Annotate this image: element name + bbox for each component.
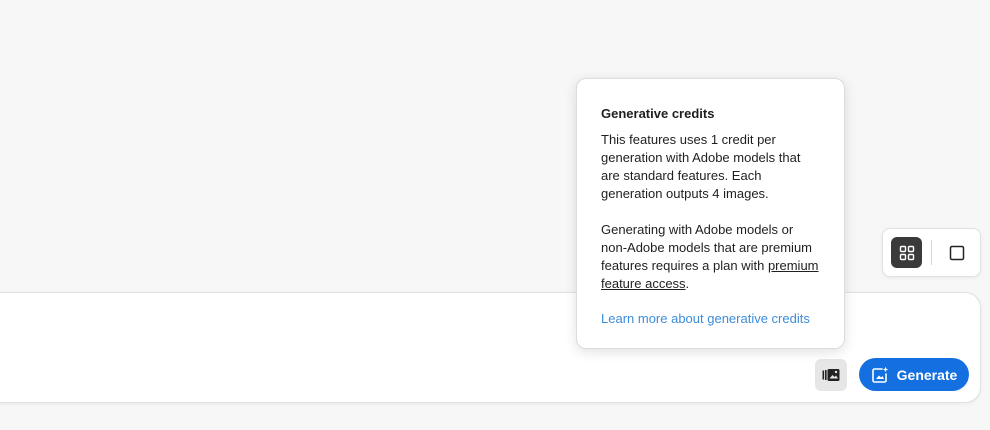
popover-paragraph-credits: This features uses 1 credit per generati…: [601, 132, 801, 201]
learn-more-link[interactable]: Learn more about generative credits: [601, 310, 810, 328]
canvas-area: Generate Generative credits This feature…: [0, 0, 990, 430]
generate-label: Generate: [896, 366, 958, 383]
generative-credits-popover: Generative credits This features uses 1 …: [576, 78, 845, 349]
prompt-input[interactable]: [21, 311, 625, 353]
single-view-icon: [949, 245, 964, 260]
generate-sparkle-icon: [871, 366, 888, 383]
grid-icon: [899, 245, 914, 260]
popover-paragraph-premium: Generating with Adobe models or non-Adob…: [601, 221, 820, 293]
toggle-divider: [931, 240, 932, 265]
grid-view-button[interactable]: [891, 237, 922, 268]
single-view-button[interactable]: [941, 237, 972, 268]
reference-image-icon: [822, 369, 840, 381]
popover-title: Generative credits: [601, 106, 715, 121]
view-toggle: [882, 228, 981, 277]
generate-button[interactable]: Generate: [859, 358, 969, 391]
reference-image-button[interactable]: [815, 359, 847, 391]
premium-text-end: .: [685, 276, 690, 291]
